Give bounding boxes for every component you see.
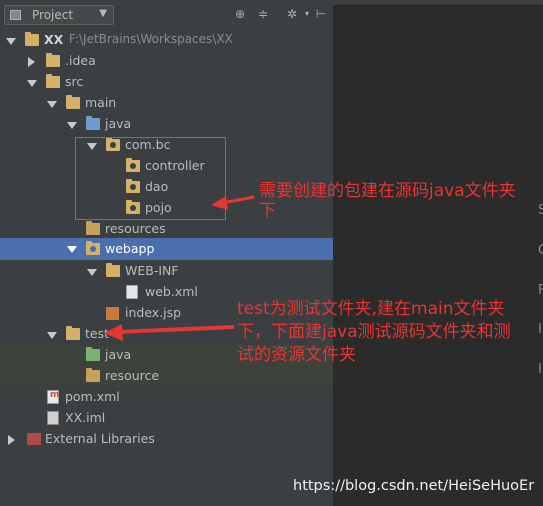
annotation-line: 下，下面建java测试源码文件夹和测 [237,322,511,342]
expand-arrow-icon[interactable] [67,122,77,129]
expand-arrow-icon[interactable] [47,101,57,108]
test-resources-folder-icon [86,368,100,382]
expand-arrow-icon[interactable] [6,38,16,45]
editor-text-fragment: C [538,243,543,258]
resources-folder-icon [86,221,100,235]
project-view-label: Project [32,8,74,22]
tree-item-label: WEB-INF [125,263,179,278]
annotation-line: 试的资源文件夹 [237,345,356,365]
tree-item-java[interactable]: java [0,114,333,135]
project-icon [10,10,21,20]
gear-icon[interactable]: ✲ [285,7,299,21]
chevron-down-icon: ▼ [99,8,107,19]
annotation-line: 需要创建的包建在源码java文件夹 [259,181,516,201]
annotation-test-note: test为测试文件夹,建在main文件夹 下，下面建java测试源码文件夹和测 … [237,298,511,367]
expand-arrow-icon[interactable] [87,269,97,276]
expand-arrow-icon[interactable] [67,246,77,253]
editor-text-fragment: I [538,362,542,377]
folder-icon [46,53,60,67]
tree-item-src[interactable]: src [0,72,333,93]
tree-item-label: External Libraries [45,431,155,446]
tree-item-web-inf[interactable]: WEB-INF [0,261,333,282]
tree-item-webapp[interactable]: webapp [0,238,333,260]
tree-item-idea[interactable]: .idea [0,51,333,72]
annotation-package-note: 需要创建的包建在源码java文件夹 下 [259,181,516,221]
libraries-icon [27,433,41,445]
iml-file-icon [47,411,59,425]
editor-text-fragment: I [538,322,542,337]
tree-item-label: main [85,95,117,110]
annotation-line: test为测试文件夹,建在main文件夹 [237,299,505,319]
tree-item-path: F:\JetBrains\Workspaces\XX [69,32,233,46]
collapse-arrow-icon[interactable] [28,57,35,67]
tree-item-label: web.xml [145,284,198,299]
expand-arrow-icon[interactable] [27,80,37,87]
tree-item-external-libraries[interactable]: External Libraries [0,429,333,450]
tree-item-label: resources [105,221,166,236]
web-xml-file-icon [126,285,138,299]
editor-text-fragment: S [538,203,543,218]
module-folder-icon [25,32,39,46]
folder-icon [66,95,80,109]
tree-item-label: webapp [105,241,155,256]
web-folder-icon [86,241,100,255]
package-highlight-box [75,137,226,220]
tree-item-pom-xml[interactable]: pom.xml [0,387,333,408]
target-icon[interactable]: ⊕ [233,7,247,21]
tree-item-label: pom.xml [65,389,120,404]
tree-item-label: index.jsp [125,305,182,320]
collapse-icon[interactable]: ≑ [256,7,270,21]
folder-icon [46,74,60,88]
tree-item-main[interactable]: main [0,93,333,114]
editor-area [333,0,543,506]
gear-dropdown-icon[interactable]: ▾ [300,7,314,21]
tree-item-label: .idea [65,53,96,68]
project-tree: XX F:\JetBrains\Workspaces\XX .idea src … [0,30,333,506]
collapse-arrow-icon[interactable] [8,435,15,445]
folder-icon [66,326,80,340]
watermark-url: https://blog.csdn.net/HeiSeHuoEr [293,478,535,494]
tree-item-label: test [85,326,110,341]
hide-icon[interactable]: ⊢ [314,7,328,21]
editor-top-strip [333,0,543,5]
test-source-folder-icon [86,347,100,361]
tree-item-test-resource[interactable]: resource [0,366,333,387]
jsp-file-icon [106,307,119,320]
folder-icon [106,263,120,277]
tree-item-label: resource [105,368,160,383]
tree-item-label: java [105,116,132,131]
project-toolbar: Project ▼ ⊕ ≑ ✲ ▾ ⊢ [0,0,333,31]
maven-file-icon [47,390,59,404]
editor-text-fragment: F [538,283,543,298]
tree-item-root[interactable]: XX F:\JetBrains\Workspaces\XX [0,30,333,51]
tree-item-label: java [105,347,132,362]
expand-arrow-icon[interactable] [47,332,57,339]
tree-item-label: XX [44,32,64,47]
annotation-line: 下 [259,201,276,221]
tree-item-label: src [65,74,84,89]
ide-window: Project ▼ ⊕ ≑ ✲ ▾ ⊢ XX F:\JetBrains\Work… [0,0,543,506]
tree-item-label: XX.iml [65,410,106,425]
project-view-selector[interactable]: Project ▼ [4,5,114,25]
source-folder-icon [86,116,100,130]
tree-item-resources[interactable]: resources [0,219,333,240]
tree-item-xx-iml[interactable]: XX.iml [0,408,333,429]
